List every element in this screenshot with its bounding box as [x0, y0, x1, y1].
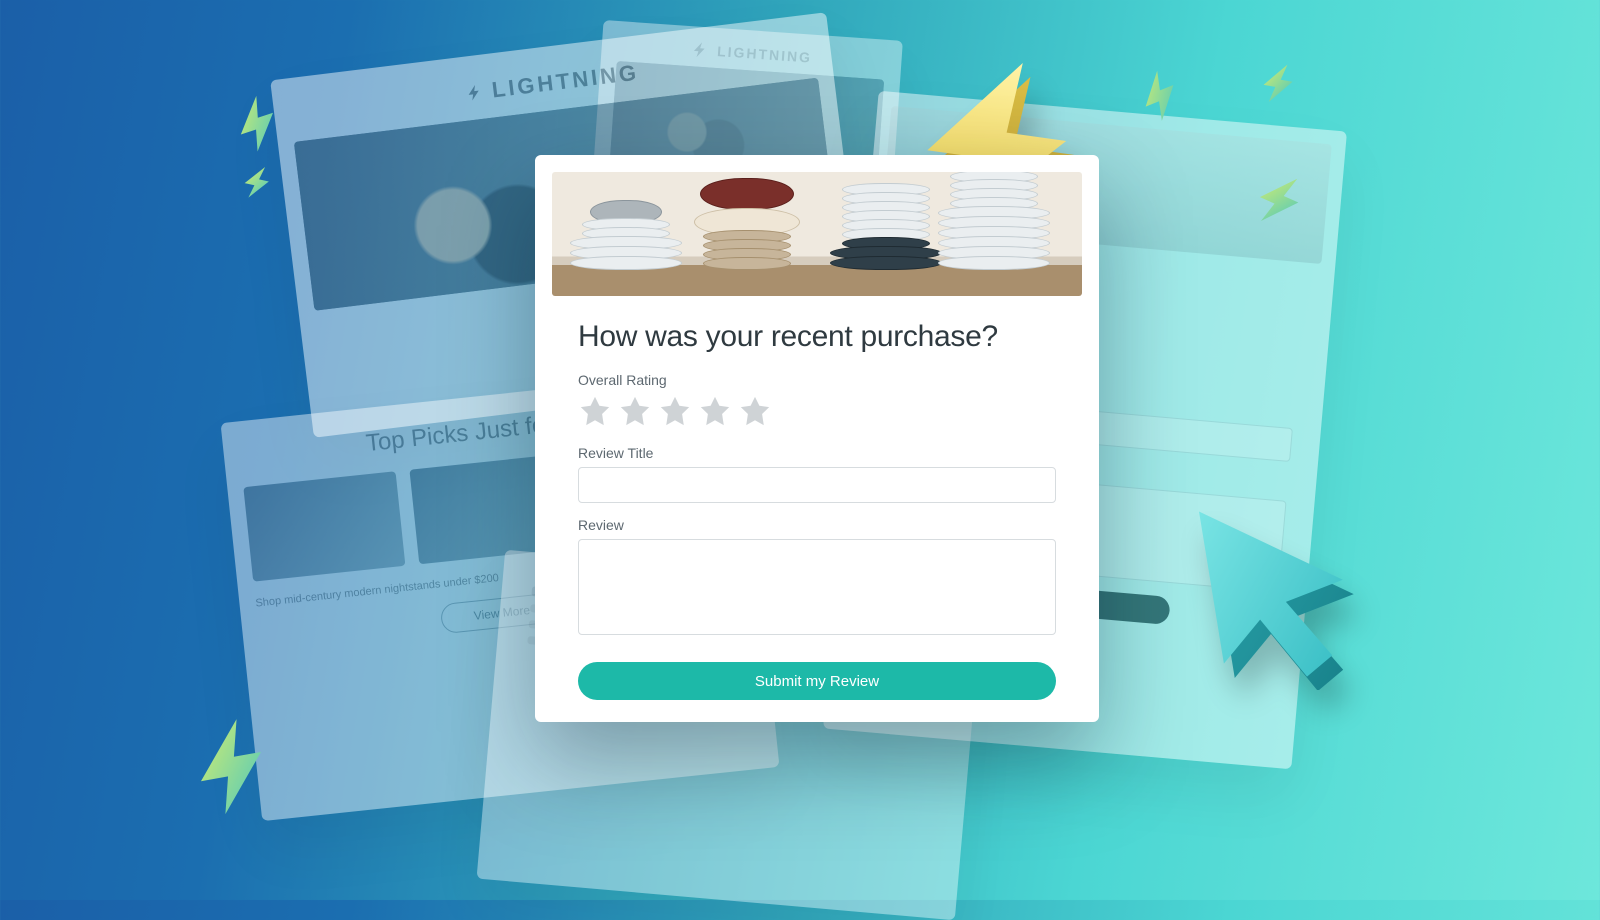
- rating-label: Overall Rating: [578, 372, 1056, 388]
- review-title-label: Review Title: [578, 445, 1056, 461]
- review-title-input[interactable]: [578, 467, 1056, 503]
- review-body-label: Review: [578, 517, 1056, 533]
- product-image: [552, 172, 1082, 296]
- rating-input[interactable]: [578, 394, 1056, 431]
- lightning-icon: [236, 159, 283, 206]
- star-icon: [618, 394, 652, 428]
- star-5[interactable]: [738, 394, 772, 431]
- lightning-icon: [1254, 56, 1310, 112]
- star-3[interactable]: [658, 394, 692, 431]
- star-icon: [658, 394, 692, 428]
- star-4[interactable]: [698, 394, 732, 431]
- modal-heading: How was your recent purchase?: [578, 320, 1056, 354]
- star-icon: [578, 394, 612, 428]
- review-body-input[interactable]: [578, 539, 1056, 635]
- star-1[interactable]: [578, 394, 612, 431]
- review-modal: How was your recent purchase? Overall Ra…: [535, 155, 1099, 722]
- star-icon: [738, 394, 772, 428]
- star-icon: [698, 394, 732, 428]
- brand-name: LIGHTNING: [490, 60, 640, 104]
- star-2[interactable]: [618, 394, 652, 431]
- submit-review-button[interactable]: Submit my Review: [578, 662, 1056, 700]
- lightning-icon: [465, 83, 485, 103]
